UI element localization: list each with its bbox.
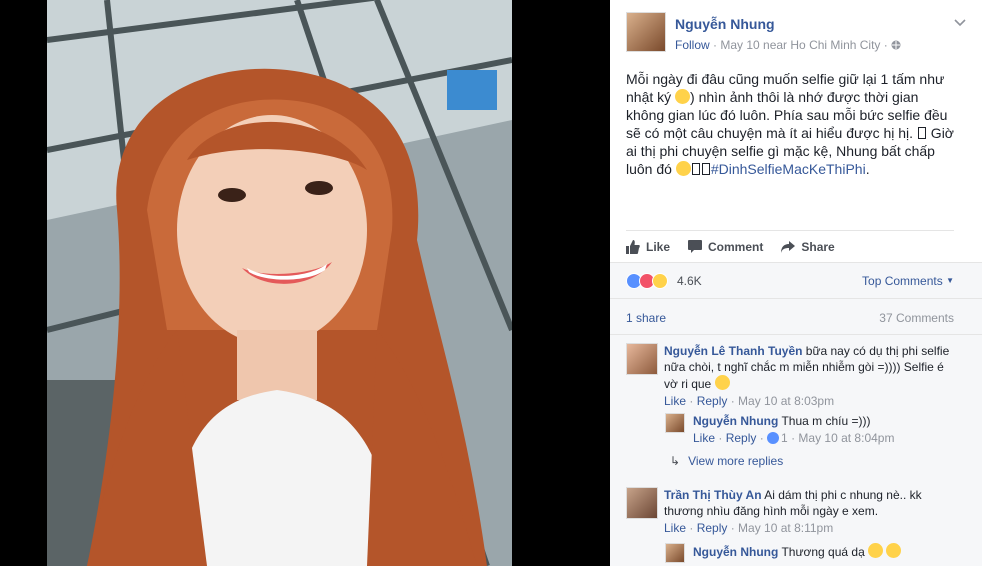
comment-count[interactable]: 37 Comments — [879, 311, 954, 325]
comment-button[interactable]: Comment — [688, 240, 763, 254]
comment-footer: Like · Reply · May 10 at 8:11pm — [664, 521, 834, 535]
laugh-emoji-icon — [675, 161, 691, 176]
view-more-replies[interactable]: ↳ View more replies — [670, 454, 783, 468]
top-comments-label: Top Comments — [862, 274, 943, 288]
post-meta-text: · May 10 near Ho Chi Minh City · — [709, 38, 892, 52]
photo-viewer — [0, 0, 610, 566]
commenter-avatar[interactable] — [626, 343, 658, 375]
reply-body: Nguyễn Nhung Thương quá dạ — [693, 543, 965, 560]
reply-like-count[interactable]: 1 — [781, 431, 788, 445]
share-icon — [781, 240, 796, 253]
chevron-down-icon[interactable] — [954, 14, 966, 30]
comment-like-link[interactable]: Like — [664, 521, 686, 535]
replier-avatar[interactable] — [665, 413, 685, 433]
comment-label: Comment — [708, 239, 764, 254]
missing-glyph-icon — [701, 163, 710, 175]
haha-reaction-icon — [652, 273, 668, 289]
reply-footer: Like · Reply · 1 · May 10 at 8:04pm — [693, 431, 895, 445]
replier-avatar[interactable] — [665, 543, 685, 563]
reply-text: Thương quá dạ — [778, 545, 869, 559]
reply-item: Nguyễn Nhung Thua m chíu =))) Like · Rep… — [665, 413, 965, 445]
author-avatar[interactable] — [626, 12, 666, 52]
comment-body: Trần Thị Thùy An Ai dám thị phi c nhung … — [664, 487, 956, 519]
follow-link[interactable]: Follow — [675, 38, 710, 52]
post-text: Mỗi ngày đi đâu cũng muốn selfie giữ lại… — [626, 70, 958, 178]
reaction-count[interactable]: 4.6K — [677, 274, 702, 288]
commenter-avatar[interactable] — [626, 487, 658, 519]
post-meta: Follow · May 10 near Ho Chi Minh City · — [675, 38, 901, 52]
author-name[interactable]: Nguyễn Nhung — [675, 16, 775, 32]
post-actions: Like Comment Share — [626, 230, 954, 258]
commenter-name[interactable]: Nguyễn Lê Thanh Tuyền — [664, 344, 802, 358]
comment-item: Trần Thị Thùy An Ai dám thị phi c nhung … — [626, 487, 956, 535]
reply-body: Nguyễn Nhung Thua m chíu =))) — [693, 413, 965, 429]
post-header: Nguyễn Nhung Follow · May 10 near Ho Chi… — [626, 12, 966, 56]
post-photo[interactable] — [47, 0, 512, 566]
comments-list: Nguyễn Lê Thanh Tuyền bữa nay có dụ thị … — [610, 334, 982, 566]
smile-emoji-icon — [675, 89, 691, 104]
share-label: Share — [801, 239, 835, 254]
reply-arrow-icon: ↳ — [670, 454, 681, 468]
comment-like-link[interactable]: Like — [664, 394, 686, 408]
like-badge-icon — [767, 432, 780, 444]
like-button[interactable]: Like — [626, 239, 671, 254]
view-more-label: View more replies — [688, 454, 784, 468]
replier-name[interactable]: Nguyễn Nhung — [693, 414, 778, 428]
pacman-emoji-icon — [714, 375, 730, 390]
reaction-icons[interactable] — [626, 273, 668, 289]
comment-footer: Like · Reply · May 10 at 8:03pm — [664, 394, 835, 408]
comment-reply-link[interactable]: Reply — [697, 521, 728, 535]
post-panel: Nguyễn Nhung Follow · May 10 near Ho Chi… — [610, 0, 982, 566]
commenter-name[interactable]: Trần Thị Thùy An — [664, 488, 762, 502]
post-text-end: . — [865, 161, 870, 177]
reply-like-link[interactable]: Like — [693, 431, 715, 445]
reply-time[interactable]: May 10 at 8:04pm — [798, 431, 894, 445]
shares-bar: 1 share 37 Comments — [610, 298, 982, 334]
comment-icon — [688, 240, 703, 253]
comment-time[interactable]: May 10 at 8:03pm — [738, 394, 834, 408]
comment-body: Nguyễn Lê Thanh Tuyền bữa nay có dụ thị … — [664, 343, 956, 392]
globe-icon — [891, 38, 901, 52]
reply-reply-link[interactable]: Reply — [726, 431, 757, 445]
reply-item: Nguyễn Nhung Thương quá dạ — [665, 543, 965, 563]
share-button[interactable]: Share — [781, 239, 835, 254]
like-icon — [626, 239, 640, 254]
share-count-link[interactable]: 1 share — [626, 311, 666, 325]
comment-reply-link[interactable]: Reply — [697, 394, 728, 408]
laugh-emoji-icon — [886, 543, 902, 558]
hashtag-link[interactable]: #DinhSelfieMacKeThiPhi — [711, 161, 866, 177]
reactions-bar: 4.6K Top Comments ▼ — [610, 262, 982, 298]
laugh-emoji-icon — [868, 543, 884, 558]
replier-name[interactable]: Nguyễn Nhung — [693, 545, 778, 559]
top-comments-dropdown[interactable]: Top Comments ▼ — [862, 274, 954, 288]
missing-glyph-icon — [691, 163, 700, 175]
caret-down-icon: ▼ — [946, 276, 954, 285]
missing-glyph-icon — [917, 127, 926, 139]
reply-text: Thua m chíu =))) — [778, 414, 871, 428]
comment-time[interactable]: May 10 at 8:11pm — [738, 521, 833, 535]
comment-item: Nguyễn Lê Thanh Tuyền bữa nay có dụ thị … — [626, 343, 956, 408]
like-label: Like — [646, 239, 671, 254]
